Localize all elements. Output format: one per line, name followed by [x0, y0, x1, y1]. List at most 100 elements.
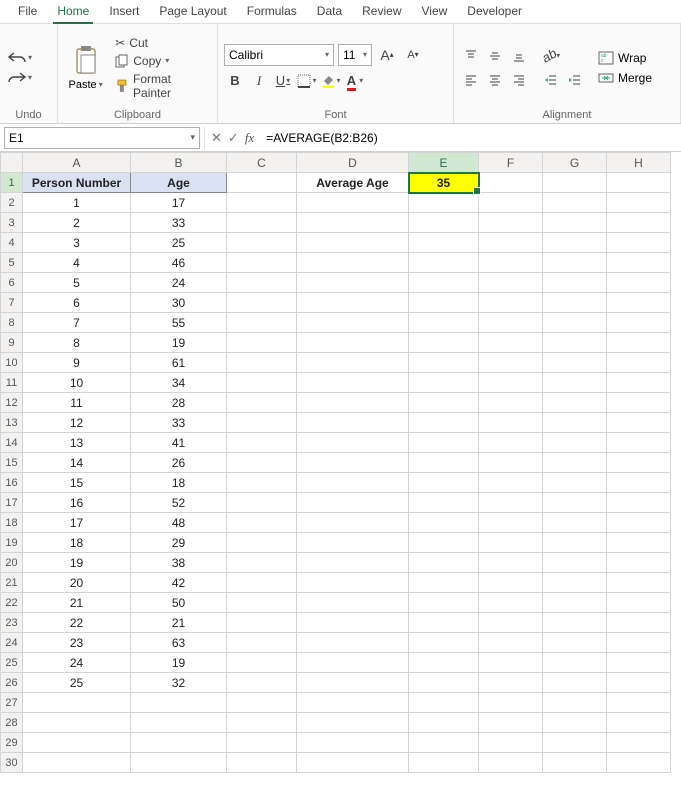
- cell-A11[interactable]: 10: [23, 373, 131, 393]
- italic-button[interactable]: I: [248, 70, 270, 92]
- cell-H22[interactable]: [607, 593, 671, 613]
- cell-B15[interactable]: 26: [131, 453, 227, 473]
- wrap-text-button[interactable]: abc Wrap: [596, 49, 654, 67]
- cell-A9[interactable]: 8: [23, 333, 131, 353]
- cell-A26[interactable]: 25: [23, 673, 131, 693]
- cell-B16[interactable]: 18: [131, 473, 227, 493]
- cell-D8[interactable]: [297, 313, 409, 333]
- cell-H12[interactable]: [607, 393, 671, 413]
- cell-D28[interactable]: [297, 713, 409, 733]
- font-size-select[interactable]: 11▾: [338, 44, 372, 66]
- cell-C4[interactable]: [227, 233, 297, 253]
- cell-D23[interactable]: [297, 613, 409, 633]
- cell-G14[interactable]: [543, 433, 607, 453]
- cell-H23[interactable]: [607, 613, 671, 633]
- cell-H1[interactable]: [607, 173, 671, 193]
- cell-F4[interactable]: [479, 233, 543, 253]
- cell-H18[interactable]: [607, 513, 671, 533]
- row-header-22[interactable]: 22: [1, 593, 23, 613]
- cell-B18[interactable]: 48: [131, 513, 227, 533]
- cell-H6[interactable]: [607, 273, 671, 293]
- cancel-formula-button[interactable]: ✕: [211, 130, 222, 146]
- cell-B3[interactable]: 33: [131, 213, 227, 233]
- col-header-A[interactable]: A: [23, 153, 131, 173]
- cell-B9[interactable]: 19: [131, 333, 227, 353]
- cell-F15[interactable]: [479, 453, 543, 473]
- menu-view[interactable]: View: [412, 0, 458, 23]
- cell-D2[interactable]: [297, 193, 409, 213]
- cell-B7[interactable]: 30: [131, 293, 227, 313]
- row-header-1[interactable]: 1: [1, 173, 23, 193]
- enter-formula-button[interactable]: ✓: [228, 130, 239, 146]
- cell-D18[interactable]: [297, 513, 409, 533]
- row-header-7[interactable]: 7: [1, 293, 23, 313]
- cell-A4[interactable]: 3: [23, 233, 131, 253]
- align-left-button[interactable]: [460, 69, 482, 91]
- cell-F30[interactable]: [479, 753, 543, 773]
- cell-D6[interactable]: [297, 273, 409, 293]
- cell-C2[interactable]: [227, 193, 297, 213]
- cell-F26[interactable]: [479, 673, 543, 693]
- cell-F24[interactable]: [479, 633, 543, 653]
- cell-B4[interactable]: 25: [131, 233, 227, 253]
- row-header-10[interactable]: 10: [1, 353, 23, 373]
- cell-H27[interactable]: [607, 693, 671, 713]
- align-right-button[interactable]: [508, 69, 530, 91]
- cell-E26[interactable]: [409, 673, 479, 693]
- cell-F11[interactable]: [479, 373, 543, 393]
- cell-C3[interactable]: [227, 213, 297, 233]
- cell-C24[interactable]: [227, 633, 297, 653]
- cell-G22[interactable]: [543, 593, 607, 613]
- align-bottom-button[interactable]: [508, 45, 530, 67]
- row-header-3[interactable]: 3: [1, 213, 23, 233]
- cell-F13[interactable]: [479, 413, 543, 433]
- cell-F7[interactable]: [479, 293, 543, 313]
- cell-A5[interactable]: 4: [23, 253, 131, 273]
- decrease-indent-button[interactable]: [540, 69, 562, 91]
- cell-D12[interactable]: [297, 393, 409, 413]
- cell-E23[interactable]: [409, 613, 479, 633]
- cell-B14[interactable]: 41: [131, 433, 227, 453]
- cell-G10[interactable]: [543, 353, 607, 373]
- cell-F29[interactable]: [479, 733, 543, 753]
- menu-data[interactable]: Data: [307, 0, 352, 23]
- row-header-11[interactable]: 11: [1, 373, 23, 393]
- cell-E22[interactable]: [409, 593, 479, 613]
- cell-H2[interactable]: [607, 193, 671, 213]
- cell-H17[interactable]: [607, 493, 671, 513]
- row-header-25[interactable]: 25: [1, 653, 23, 673]
- cell-E12[interactable]: [409, 393, 479, 413]
- cell-D17[interactable]: [297, 493, 409, 513]
- cell-H16[interactable]: [607, 473, 671, 493]
- menu-review[interactable]: Review: [352, 0, 411, 23]
- increase-font-button[interactable]: A▴: [376, 44, 398, 66]
- cell-E18[interactable]: [409, 513, 479, 533]
- cell-C29[interactable]: [227, 733, 297, 753]
- chevron-down-icon[interactable]: ▾: [190, 132, 195, 143]
- row-header-28[interactable]: 28: [1, 713, 23, 733]
- row-header-24[interactable]: 24: [1, 633, 23, 653]
- cell-A12[interactable]: 11: [23, 393, 131, 413]
- menu-developer[interactable]: Developer: [457, 0, 532, 23]
- cell-A24[interactable]: 23: [23, 633, 131, 653]
- cell-E27[interactable]: [409, 693, 479, 713]
- cell-B5[interactable]: 46: [131, 253, 227, 273]
- borders-button[interactable]: ▾: [296, 70, 318, 92]
- cell-G29[interactable]: [543, 733, 607, 753]
- cell-G4[interactable]: [543, 233, 607, 253]
- cell-C30[interactable]: [227, 753, 297, 773]
- row-header-4[interactable]: 4: [1, 233, 23, 253]
- cell-H20[interactable]: [607, 553, 671, 573]
- cell-D30[interactable]: [297, 753, 409, 773]
- format-painter-button[interactable]: Format Painter: [115, 72, 211, 100]
- cell-D20[interactable]: [297, 553, 409, 573]
- col-header-H[interactable]: H: [607, 153, 671, 173]
- cell-A2[interactable]: 1: [23, 193, 131, 213]
- cell-A1[interactable]: Person Number: [23, 173, 131, 193]
- cell-D5[interactable]: [297, 253, 409, 273]
- cell-F18[interactable]: [479, 513, 543, 533]
- col-header-B[interactable]: B: [131, 153, 227, 173]
- cell-B28[interactable]: [131, 713, 227, 733]
- cell-F16[interactable]: [479, 473, 543, 493]
- cell-C20[interactable]: [227, 553, 297, 573]
